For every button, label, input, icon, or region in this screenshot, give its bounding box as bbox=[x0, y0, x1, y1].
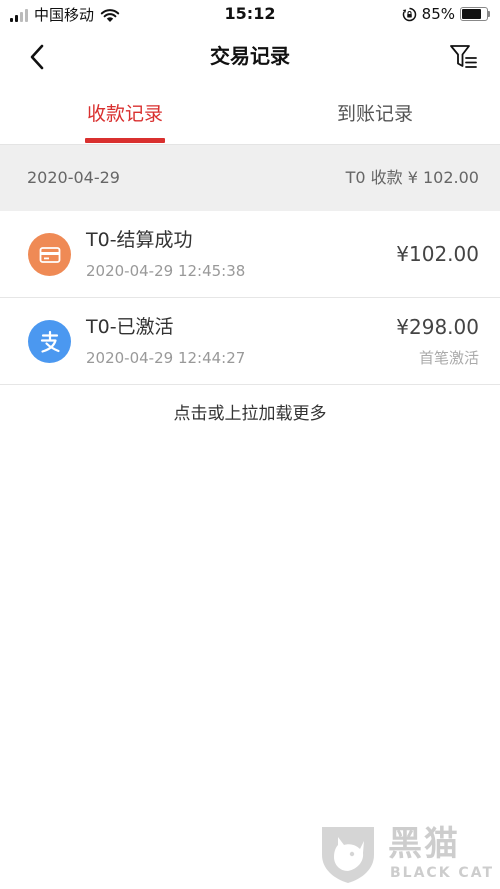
watermark: 黑猫 BLACK CAT bbox=[316, 821, 496, 885]
watermark-sub-text: BLACK CAT bbox=[390, 865, 494, 881]
record-time: 2020-04-29 12:44:27 bbox=[86, 349, 246, 367]
date-summary-header: 2020-04-29 T0 收款 ¥ 102.00 bbox=[0, 145, 500, 211]
status-bar: 中国移动 15:12 85% bbox=[0, 0, 500, 30]
summary-total: T0 收款 ¥ 102.00 bbox=[345, 168, 479, 187]
battery-percent: 85% bbox=[421, 5, 455, 23]
tabs: 收款记录 到账记录 bbox=[0, 90, 500, 145]
watermark-main-text: 黑猫 bbox=[388, 824, 460, 864]
page-title: 交易记录 bbox=[210, 44, 290, 68]
summary-date: 2020-04-29 bbox=[27, 168, 120, 187]
card-icon bbox=[28, 233, 71, 276]
nav-bar: 交易记录 bbox=[0, 30, 500, 84]
battery-icon bbox=[460, 7, 490, 21]
record-time: 2020-04-29 12:45:38 bbox=[86, 262, 246, 280]
load-more-button[interactable]: 点击或上拉加载更多 bbox=[0, 402, 500, 426]
orientation-lock-icon bbox=[402, 7, 416, 21]
tab-arrival-records[interactable]: 到账记录 bbox=[250, 90, 500, 144]
tab-label: 到账记录 bbox=[336, 103, 413, 125]
filter-icon bbox=[450, 45, 477, 68]
tab-label: 收款记录 bbox=[86, 103, 163, 125]
record-amount: ¥102.00 bbox=[396, 242, 479, 266]
alipay-icon bbox=[28, 320, 71, 363]
active-tab-indicator bbox=[85, 138, 165, 143]
record-title: T0-结算成功 bbox=[86, 229, 193, 251]
record-note: 首笔激活 bbox=[418, 349, 479, 367]
status-right: 85% bbox=[402, 5, 490, 23]
record-item[interactable]: T0-结算成功 2020-04-29 12:45:38 ¥102.00 bbox=[0, 211, 500, 298]
record-amount: ¥298.00 bbox=[396, 315, 479, 339]
tab-receipt-records[interactable]: 收款记录 bbox=[0, 90, 250, 144]
record-item[interactable]: T0-已激活 2020-04-29 12:44:27 ¥298.00 首笔激活 bbox=[0, 298, 500, 385]
filter-button[interactable] bbox=[448, 41, 480, 73]
black-cat-logo-icon bbox=[322, 827, 374, 883]
record-title: T0-已激活 bbox=[86, 316, 174, 338]
